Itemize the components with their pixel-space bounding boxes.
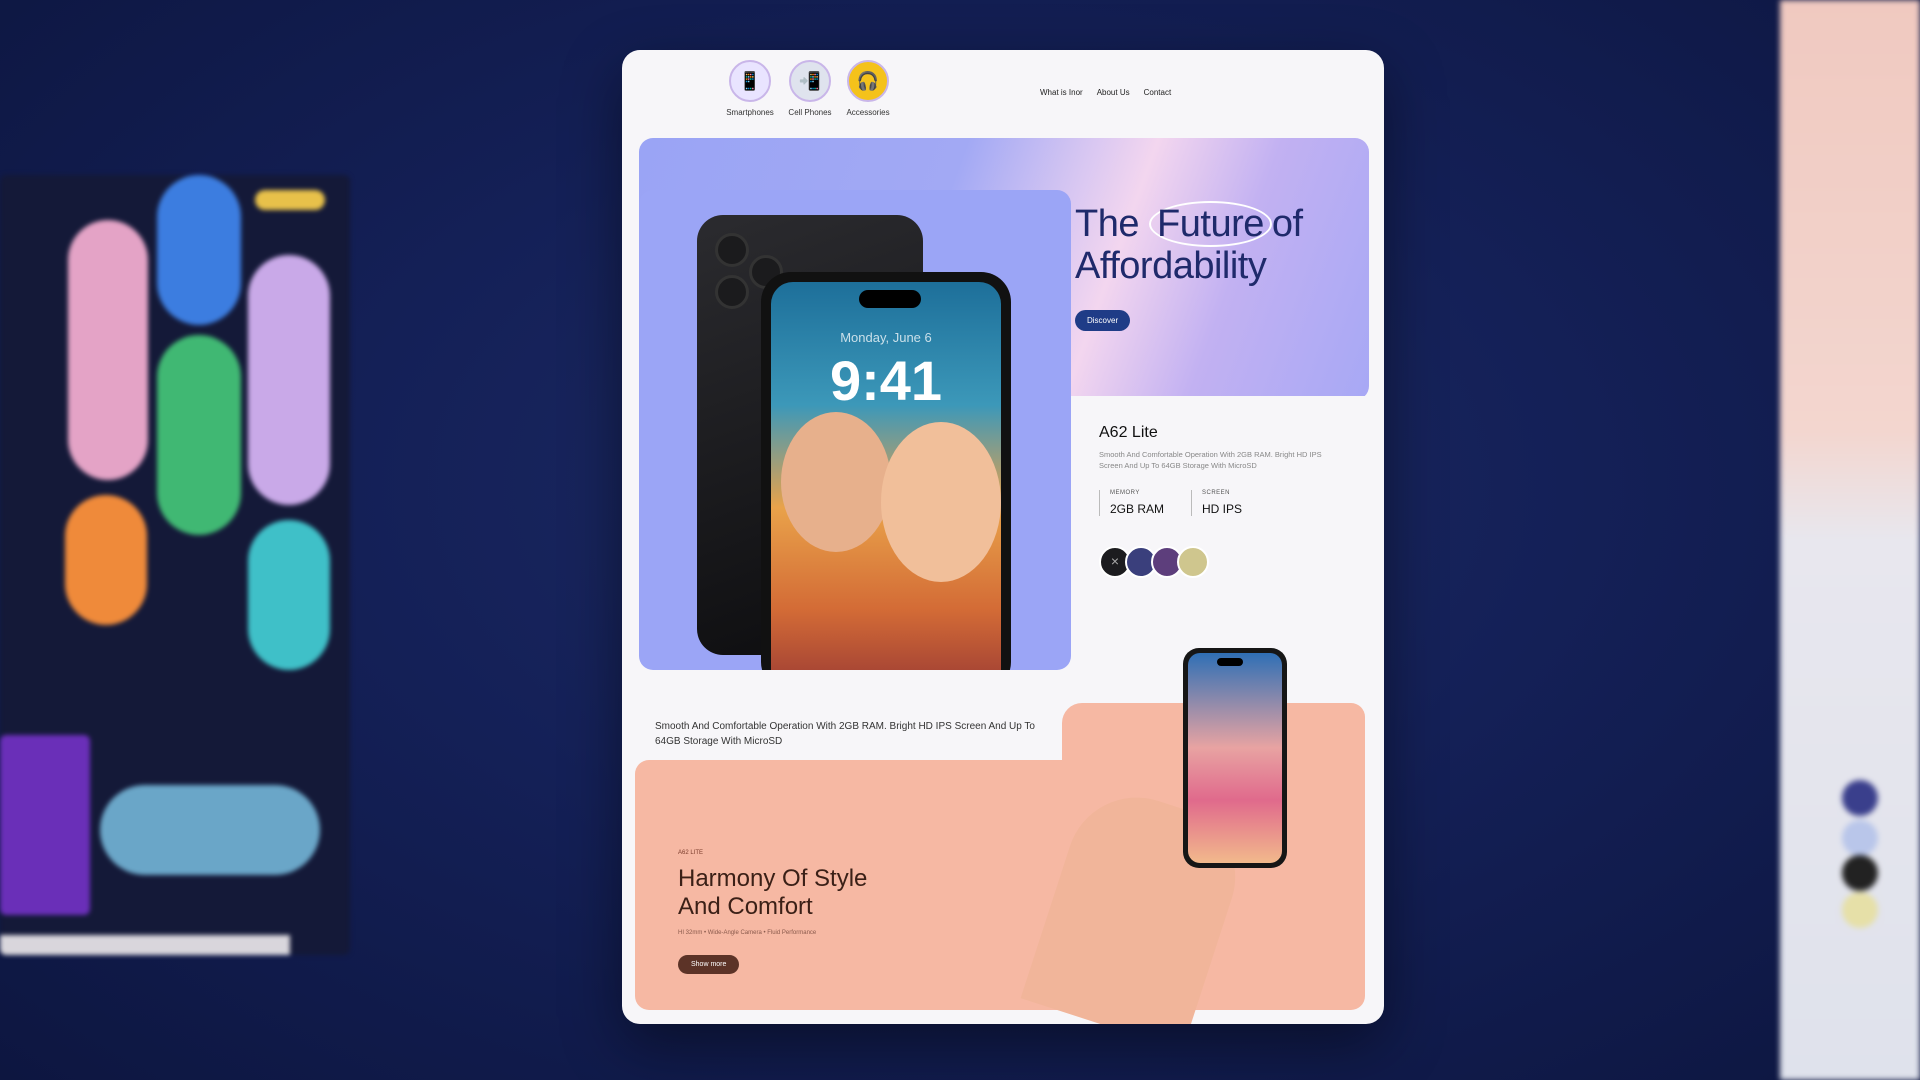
product-name: A62 Lite: [1099, 424, 1158, 441]
top-nav: 📱 Smartphones 📲 Cell Phones 🎧 Accessorie…: [622, 50, 1384, 140]
category-accessories[interactable]: 🎧 Accessories: [828, 60, 908, 117]
person-photo: [781, 412, 891, 552]
promo-phone-image: [1183, 648, 1287, 868]
spec-value: 2GB RAM: [1110, 502, 1165, 516]
dynamic-island: [1217, 658, 1243, 666]
promo-phone-screen: [1188, 653, 1282, 863]
product-description: Smooth And Comfortable Operation With 2G…: [1099, 450, 1322, 470]
show-more-button[interactable]: Show more: [678, 955, 740, 974]
phone-lock-screen: Monday, June 6 9:41: [771, 282, 1001, 670]
spec-screen: SCREEN HD IPS: [1191, 490, 1242, 516]
spec-key: SCREEN: [1202, 490, 1231, 496]
smartphone-icon: 📱: [729, 60, 771, 102]
hero-title: The Future of Affordability: [1075, 201, 1303, 288]
hero-title-line2: Affordability: [1075, 244, 1267, 287]
cell-phone-icon: 📲: [789, 60, 831, 102]
promo-title-line2: And Comfort: [678, 892, 813, 920]
phone-front-image: Monday, June 6 9:41: [761, 272, 1011, 670]
camera-lens-icon: [715, 275, 749, 309]
nav-link-about[interactable]: About Us: [1097, 88, 1130, 97]
promo-subtitle: HI 32mm • Wide-Angle Camera • Fluid Perf…: [678, 930, 817, 936]
promo-description: Smooth And Comfortable Operation With 2G…: [655, 721, 1035, 747]
hero-title-word: of: [1271, 203, 1303, 245]
promo-title: Harmony Of Style And Comfort: [678, 865, 867, 920]
headphones-icon: 🎧: [847, 60, 889, 102]
lock-screen-time: 9:41: [829, 349, 943, 412]
lock-screen-date: Monday, June 6: [840, 330, 932, 345]
product-spec-panel: A62 Lite Smooth And Comfortable Operatio…: [1071, 396, 1369, 666]
nav-link-what-is[interactable]: What is Inor: [1040, 88, 1083, 97]
right-preview-panel: [1780, 0, 1920, 1080]
hero-phone-image: Monday, June 6 9:41: [639, 190, 1071, 670]
nav-links: What is Inor About Us Contact: [1040, 88, 1171, 97]
spec-value: HD IPS: [1202, 502, 1243, 516]
website-preview-card: 📱 Smartphones 📲 Cell Phones 🎧 Accessorie…: [622, 50, 1384, 1024]
dynamic-island: [859, 290, 921, 308]
color-swatch-gold[interactable]: [1177, 546, 1209, 578]
promo-label: A62 LITE: [678, 850, 704, 856]
hero-title-word: The: [1075, 203, 1139, 245]
category-label: Accessories: [846, 108, 890, 117]
nav-link-contact[interactable]: Contact: [1144, 88, 1172, 97]
promo-title-line1: Harmony Of Style: [678, 865, 868, 892]
left-preview-panel: [0, 175, 350, 955]
spec-memory: MEMORY 2GB RAM: [1099, 490, 1164, 516]
hero-title-highlight: Future: [1149, 201, 1272, 247]
discover-button[interactable]: Discover: [1075, 310, 1131, 331]
spec-key: MEMORY: [1110, 490, 1140, 496]
camera-lens-icon: [715, 233, 749, 267]
person-photo: [881, 422, 1001, 582]
